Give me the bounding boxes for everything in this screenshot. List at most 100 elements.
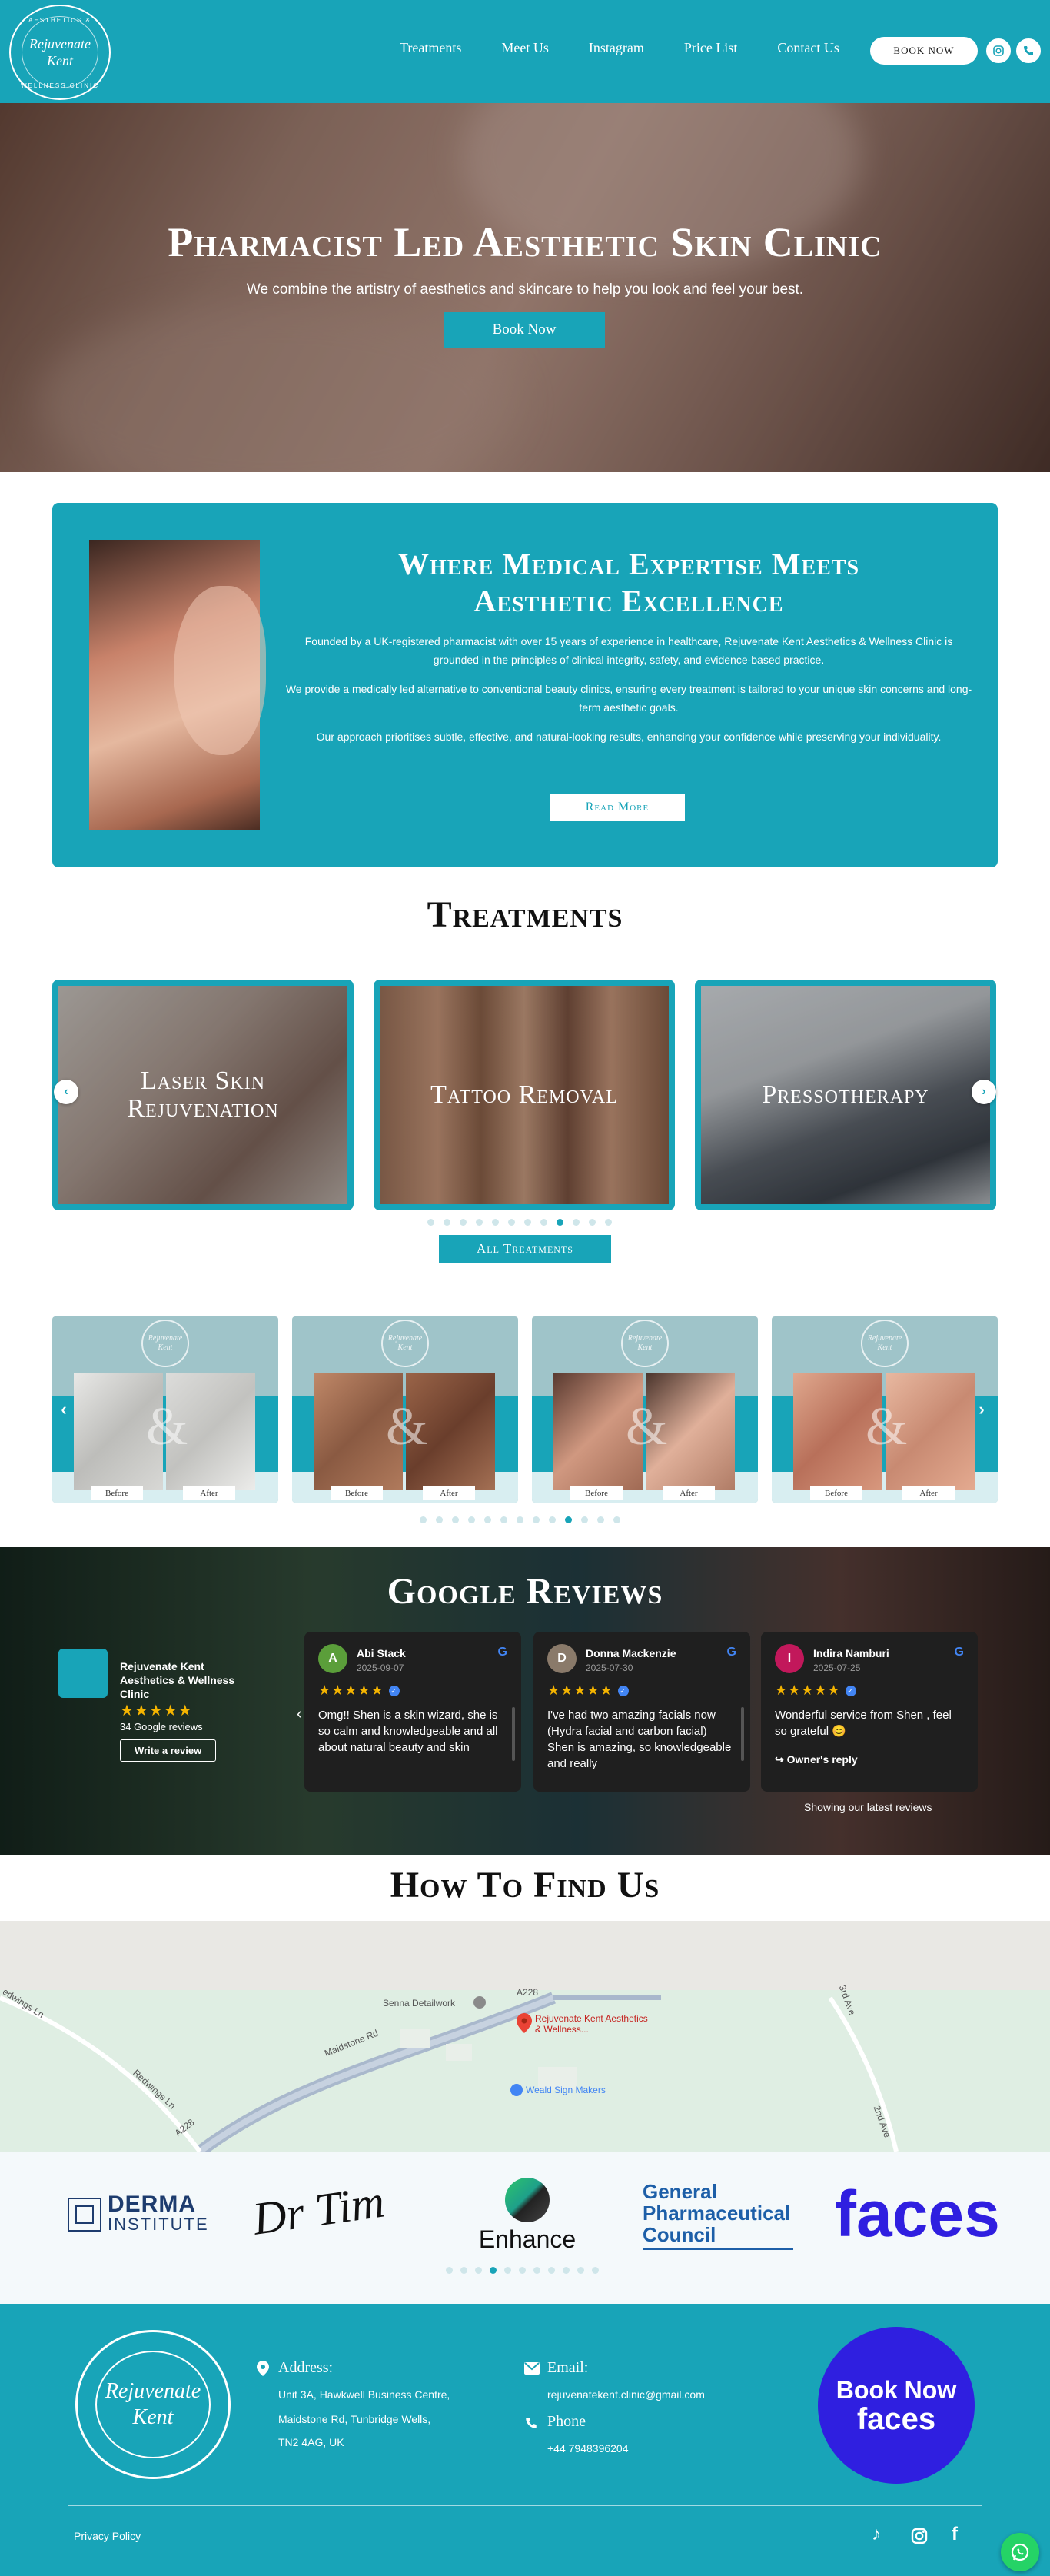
carousel-dot[interactable] xyxy=(524,1219,531,1226)
carousel-dot[interactable] xyxy=(460,1219,467,1226)
privacy-policy-link[interactable]: Privacy Policy xyxy=(74,2530,141,2542)
read-more-button[interactable]: Read More xyxy=(550,794,685,821)
review-scrollbar[interactable] xyxy=(512,1707,515,1761)
review-date: 2025-07-30 xyxy=(586,1662,633,1673)
google-icon: G xyxy=(954,1646,964,1659)
reviews-prev-arrow[interactable]: ‹ xyxy=(297,1706,302,1723)
write-review-button[interactable]: Write a review xyxy=(120,1739,217,1762)
carousel-dot[interactable] xyxy=(549,1516,556,1523)
instagram-icon[interactable] xyxy=(910,2527,929,2551)
carousel-dot[interactable] xyxy=(492,1219,499,1226)
carousel-dot[interactable] xyxy=(573,1219,580,1226)
carousel-dot[interactable] xyxy=(500,1516,507,1523)
carousel-dot[interactable] xyxy=(519,2267,526,2274)
treatment-card-laser[interactable]: Laser Skin Rejuvenation xyxy=(52,980,354,1210)
carousel-dot[interactable] xyxy=(475,2267,482,2274)
footer-logo-line1: Rejuvenate xyxy=(105,2379,201,2403)
about-title-line1: Where Medical Expertise Meets xyxy=(397,547,860,581)
nav-meet-us[interactable]: Meet Us xyxy=(481,40,569,56)
before-after-next-arrow[interactable]: › xyxy=(973,1399,990,1419)
review-date: 2025-09-07 xyxy=(357,1662,404,1673)
derma-institute-logo: DERMA INSTITUTE xyxy=(68,2192,209,2238)
email-link[interactable]: rejuvenatekent.clinic@gmail.com xyxy=(547,2384,705,2405)
treatment-label: Laser Skin Rejuvenation xyxy=(127,1067,279,1123)
review-count: 34 Google reviews xyxy=(120,1721,203,1732)
before-after-card: Rejuvenate Kent & Before After xyxy=(772,1316,998,1503)
location-map[interactable]: Senna Detailwork Rejuvenate Kent Aesthet… xyxy=(0,1921,1050,2152)
carousel-dot[interactable] xyxy=(548,2267,555,2274)
before-after-prev-arrow[interactable]: ‹ xyxy=(55,1399,72,1419)
partner-logos-section: DERMA INSTITUTE Dr Tim Enhance General P… xyxy=(0,2152,1050,2304)
carousel-dot[interactable] xyxy=(613,1516,620,1523)
carousel-dot[interactable] xyxy=(597,1516,604,1523)
carousel-dot[interactable] xyxy=(436,1516,443,1523)
carousel-dot[interactable] xyxy=(533,1516,540,1523)
carousel-dot[interactable] xyxy=(557,1219,563,1226)
carousel-dot[interactable] xyxy=(517,1516,523,1523)
location-pin-icon[interactable] xyxy=(517,2013,532,2033)
about-section: Where Medical Expertise Meets Aesthetic … xyxy=(52,503,998,867)
carousel-dot[interactable] xyxy=(504,2267,511,2274)
review-scrollbar[interactable] xyxy=(741,1707,744,1761)
site-logo[interactable]: AESTHETICS & Rejuvenate Kent WELLNESS CL… xyxy=(9,5,111,100)
carousel-dot[interactable] xyxy=(460,2267,467,2274)
treatments-next-arrow[interactable]: › xyxy=(972,1080,996,1104)
carousel-dot[interactable] xyxy=(577,2267,584,2274)
carousel-dot[interactable] xyxy=(420,1516,427,1523)
watermark-logo: Rejuvenate Kent xyxy=(381,1320,429,1367)
carousel-dot[interactable] xyxy=(452,1516,459,1523)
ampersand-mark: & xyxy=(386,1397,428,1456)
find-us-title: How To Find Us xyxy=(390,1865,660,1905)
carousel-dot[interactable] xyxy=(444,1219,450,1226)
address-heading: Address: xyxy=(278,2359,334,2376)
header-book-now-button[interactable]: BOOK NOW xyxy=(870,37,978,65)
about-title: Where Medical Expertise Meets Aesthetic … xyxy=(283,546,975,620)
after-label: After xyxy=(902,1486,955,1500)
owners-reply-link[interactable]: ↪ Owner's reply xyxy=(775,1753,858,1766)
instagram-icon[interactable] xyxy=(986,38,1011,63)
carousel-dot[interactable] xyxy=(589,1219,596,1226)
carousel-dot[interactable] xyxy=(592,2267,599,2274)
carousel-dot[interactable] xyxy=(490,2267,497,2274)
carousel-dot[interactable] xyxy=(484,1516,491,1523)
carousel-dot[interactable] xyxy=(468,1516,475,1523)
logos-carousel-dots xyxy=(446,2267,599,2274)
carousel-dot[interactable] xyxy=(476,1219,483,1226)
footer-logo[interactable]: Rejuvenate Kent xyxy=(75,2330,231,2479)
site-footer: Rejuvenate Kent Address: Unit 3A, Hawkwe… xyxy=(0,2304,1050,2576)
carousel-dot[interactable] xyxy=(427,1219,434,1226)
nav-treatments[interactable]: Treatments xyxy=(380,40,481,56)
nav-contact-us[interactable]: Contact Us xyxy=(757,40,859,56)
review-date: 2025-07-25 xyxy=(813,1662,861,1673)
hero-book-now-button[interactable]: Book Now xyxy=(444,312,605,348)
review-card: D Donna Mackenzie 2025-07-30 G ★★★★★ ✓ I'… xyxy=(533,1632,750,1792)
carousel-dot[interactable] xyxy=(563,2267,570,2274)
treatment-card-tattoo[interactable]: Tattoo Removal xyxy=(374,980,675,1210)
whatsapp-chat-icon[interactable] xyxy=(1001,2533,1039,2571)
review-stars: ★★★★★ ✓ xyxy=(318,1682,400,1699)
book-now-faces-badge[interactable]: Book Now faces xyxy=(818,2327,975,2484)
tiktok-icon[interactable]: ♪ xyxy=(872,2524,881,2545)
phone-link[interactable]: +44 7948396204 xyxy=(547,2438,629,2459)
phone-icon[interactable] xyxy=(1016,38,1041,63)
carousel-dot[interactable] xyxy=(508,1219,515,1226)
all-treatments-button[interactable]: All Treatments xyxy=(439,1235,611,1263)
reviewer-avatar: A xyxy=(318,1644,347,1673)
treatments-prev-arrow[interactable]: ‹ xyxy=(54,1080,78,1104)
find-us-section: How To Find Us xyxy=(0,1855,1050,1921)
reviews-title: Google Reviews xyxy=(387,1571,663,1612)
ampersand-mark: & xyxy=(626,1397,668,1456)
carousel-dot[interactable] xyxy=(565,1516,572,1523)
carousel-dot[interactable] xyxy=(446,2267,453,2274)
nav-price-list[interactable]: Price List xyxy=(664,40,758,56)
review-text: Wonderful service from Shen , feel so gr… xyxy=(775,1709,952,1738)
nav-instagram[interactable]: Instagram xyxy=(569,40,664,56)
carousel-dot[interactable] xyxy=(540,1219,547,1226)
watermark-logo: Rejuvenate Kent xyxy=(141,1320,189,1367)
carousel-dot[interactable] xyxy=(605,1219,612,1226)
facebook-icon[interactable]: f xyxy=(952,2524,958,2545)
carousel-dot[interactable] xyxy=(533,2267,540,2274)
google-icon: G xyxy=(726,1646,736,1659)
treatment-card-pressotherapy[interactable]: Pressotherapy xyxy=(695,980,996,1210)
carousel-dot[interactable] xyxy=(581,1516,588,1523)
